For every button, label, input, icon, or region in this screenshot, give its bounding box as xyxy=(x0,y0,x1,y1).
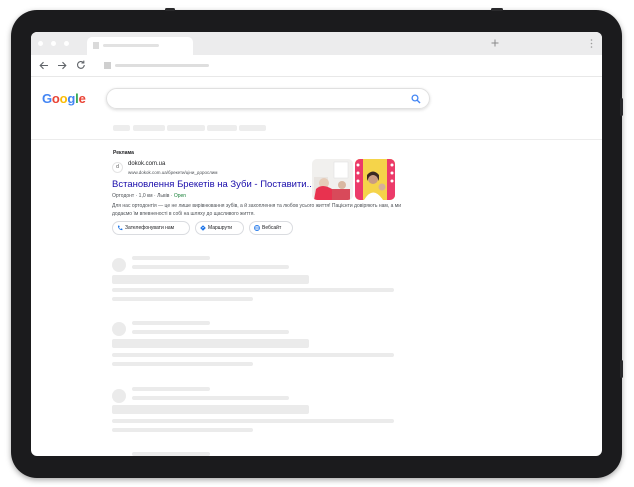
filter-tab[interactable] xyxy=(207,125,237,131)
tab-strip xyxy=(31,32,602,55)
tab-favicon xyxy=(93,42,99,49)
ad-title-link[interactable]: Встановлення Брекетів на Зуби - Поставит… xyxy=(112,179,315,190)
result-placeholder-line xyxy=(132,452,210,456)
directions-icon xyxy=(200,225,206,231)
logo-letter: o xyxy=(51,91,60,106)
ad-description: Для нас ортодонтія — це не лише вирівнюв… xyxy=(112,203,402,217)
ad-image-team[interactable] xyxy=(355,159,395,200)
ad-meta-text: Ортодонт · 1,0 км · Львів · xyxy=(112,193,174,199)
result-placeholder-line xyxy=(112,428,253,432)
google-logo[interactable]: Google xyxy=(42,91,86,106)
result-placeholder-icon xyxy=(112,258,126,272)
browser-tab[interactable] xyxy=(87,37,193,55)
window-control-dot[interactable] xyxy=(38,41,43,46)
address-bar xyxy=(31,55,602,77)
result-placeholder-line xyxy=(112,297,253,301)
open-status: Open xyxy=(173,193,187,199)
ad-meta: Ортодонт · 1,0 км · Львів · Open xyxy=(112,193,186,199)
forward-arrow-icon[interactable] xyxy=(57,61,67,70)
volume-button xyxy=(620,360,623,378)
result-placeholder-line xyxy=(112,288,394,292)
search-input[interactable] xyxy=(106,88,430,109)
reload-icon[interactable] xyxy=(76,60,86,70)
result-placeholder-line xyxy=(112,353,394,357)
call-button-label: Зателефонувати нам xyxy=(125,225,175,231)
filter-tab[interactable] xyxy=(239,125,266,131)
tab-title-placeholder xyxy=(103,44,159,47)
result-placeholder-line xyxy=(132,330,289,334)
back-arrow-icon[interactable] xyxy=(39,61,49,70)
more-menu-icon[interactable] xyxy=(590,39,593,48)
window-control-dot[interactable] xyxy=(51,41,56,46)
site-icon: d xyxy=(112,162,123,173)
filter-tab[interactable] xyxy=(167,125,205,131)
top-button xyxy=(165,8,175,11)
result-placeholder-line xyxy=(132,256,210,260)
result-placeholder-title xyxy=(112,339,309,348)
result-placeholder-line xyxy=(132,387,210,391)
ad-label: Реклама xyxy=(113,150,134,156)
browser-screen: Google Реклама d dokok.com.ua www.dokok.… xyxy=(31,32,602,456)
plus-icon[interactable] xyxy=(491,39,499,47)
filter-tab[interactable] xyxy=(133,125,165,131)
ad-domain[interactable]: dokok.com.ua xyxy=(128,161,165,167)
logo-letter: g xyxy=(67,91,76,106)
window-control-dot[interactable] xyxy=(64,41,69,46)
website-button[interactable]: Вебсайт xyxy=(249,221,293,235)
ad-url-path[interactable]: www.dokok.com.ua/брекети/цiни_дорослим xyxy=(128,170,218,175)
url-favicon xyxy=(104,62,111,69)
logo-letter: e xyxy=(78,91,86,106)
directions-button-label: Маршрути xyxy=(208,225,233,231)
result-placeholder-line xyxy=(132,321,210,325)
volume-button xyxy=(620,98,623,116)
globe-icon xyxy=(254,225,260,231)
url-text-placeholder[interactable] xyxy=(115,64,209,67)
directions-button[interactable]: Маршрути xyxy=(195,221,244,235)
result-placeholder-title xyxy=(112,405,309,414)
result-placeholder-title xyxy=(112,275,309,284)
phone-icon xyxy=(117,225,123,231)
magnifier-icon[interactable] xyxy=(411,94,421,104)
result-placeholder-line xyxy=(112,362,253,366)
top-button xyxy=(491,8,503,11)
result-placeholder-icon xyxy=(112,389,126,403)
ad-image-clinic[interactable] xyxy=(312,159,353,200)
divider xyxy=(31,139,602,140)
result-placeholder-line xyxy=(132,396,289,400)
result-placeholder-line xyxy=(132,265,289,269)
logo-letter: G xyxy=(42,91,52,106)
call-button[interactable]: Зателефонувати нам xyxy=(112,221,190,235)
filter-tab[interactable] xyxy=(113,125,130,131)
result-placeholder-line xyxy=(112,419,394,423)
website-button-label: Вебсайт xyxy=(262,225,282,231)
result-placeholder-icon xyxy=(112,322,126,336)
